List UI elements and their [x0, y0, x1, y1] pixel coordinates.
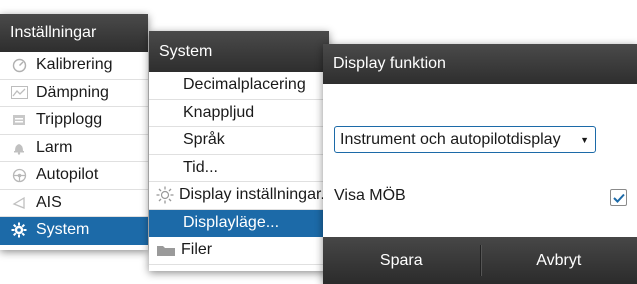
- settings-panel: Inställningar Kalibrering Dämpning Tripp…: [0, 14, 148, 250]
- settings-list: Kalibrering Dämpning Tripplogg Larm Auto…: [0, 52, 148, 245]
- system-item-label: Decimalplacering: [183, 76, 306, 94]
- system-item-knappljud[interactable]: Knappljud: [149, 100, 329, 127]
- settings-item-system[interactable]: System: [0, 217, 148, 245]
- system-list: Decimalplacering Knappljud Språk Tid... …: [149, 72, 329, 265]
- save-button[interactable]: Spara: [323, 237, 480, 284]
- dialog-title: Display funktion: [323, 44, 637, 84]
- settings-item-label: Dämpning: [36, 83, 109, 101]
- settings-item-label: Autopilot: [36, 166, 99, 184]
- gauge-icon: [8, 58, 30, 73]
- system-title: System: [149, 31, 329, 72]
- system-item-sprak[interactable]: Språk: [149, 127, 329, 155]
- settings-item-label: Larm: [36, 138, 73, 156]
- chevron-down-icon: ▼: [580, 134, 589, 145]
- settings-item-label: System: [36, 221, 90, 239]
- settings-item-dampning[interactable]: Dämpning: [0, 80, 148, 107]
- settings-item-ais[interactable]: AIS: [0, 190, 148, 217]
- checkmark-icon: [612, 193, 625, 203]
- system-item-label: Filer: [181, 241, 213, 259]
- system-item-displaylage[interactable]: Displayläge...: [149, 209, 329, 237]
- damping-icon: [8, 86, 30, 100]
- dialog-button-bar: Spara Avbryt: [323, 237, 637, 284]
- system-item-label: Knappljud: [183, 103, 255, 121]
- display-mode-dropdown[interactable]: Instrument och autopilotdisplay ▼: [334, 126, 596, 153]
- helm-icon: [8, 168, 30, 183]
- system-item-decimalplacering[interactable]: Decimalplacering: [149, 72, 329, 100]
- settings-item-larm[interactable]: Larm: [0, 135, 148, 162]
- settings-title: Inställningar: [0, 14, 148, 52]
- system-item-filer[interactable]: Filer: [149, 237, 329, 265]
- settings-item-autopilot[interactable]: Autopilot: [0, 162, 148, 190]
- settings-item-tripplogg[interactable]: Tripplogg: [0, 107, 148, 135]
- dropdown-value: Instrument och autopilotdisplay: [340, 130, 561, 148]
- settings-item-label: AIS: [36, 193, 62, 211]
- gear-icon: [8, 222, 30, 238]
- system-item-label: Displayläge...: [183, 213, 280, 231]
- system-item-label: Tid...: [183, 158, 218, 176]
- display-function-dialog: Display funktion Instrument och autopilo…: [323, 44, 637, 284]
- system-panel: System Decimalplacering Knappljud Språk …: [149, 31, 329, 271]
- system-item-label: Språk: [183, 131, 225, 149]
- ais-icon: [8, 196, 30, 210]
- system-item-label: Display inställningar...: [179, 186, 329, 204]
- settings-item-label: Tripplogg: [36, 111, 103, 129]
- settings-item-label: Kalibrering: [36, 56, 113, 74]
- bell-icon: [8, 141, 30, 155]
- show-mob-checkbox[interactable]: [610, 189, 627, 206]
- sun-icon: [155, 185, 175, 205]
- folder-icon: [155, 243, 177, 257]
- system-item-tid[interactable]: Tid...: [149, 155, 329, 182]
- cancel-button[interactable]: Avbryt: [481, 237, 637, 284]
- settings-item-kalibrering[interactable]: Kalibrering: [0, 52, 148, 80]
- triplog-icon: [8, 114, 30, 126]
- system-item-display-installningar[interactable]: Display inställningar...: [149, 182, 329, 210]
- show-mob-label: Visa MÖB: [334, 187, 406, 204]
